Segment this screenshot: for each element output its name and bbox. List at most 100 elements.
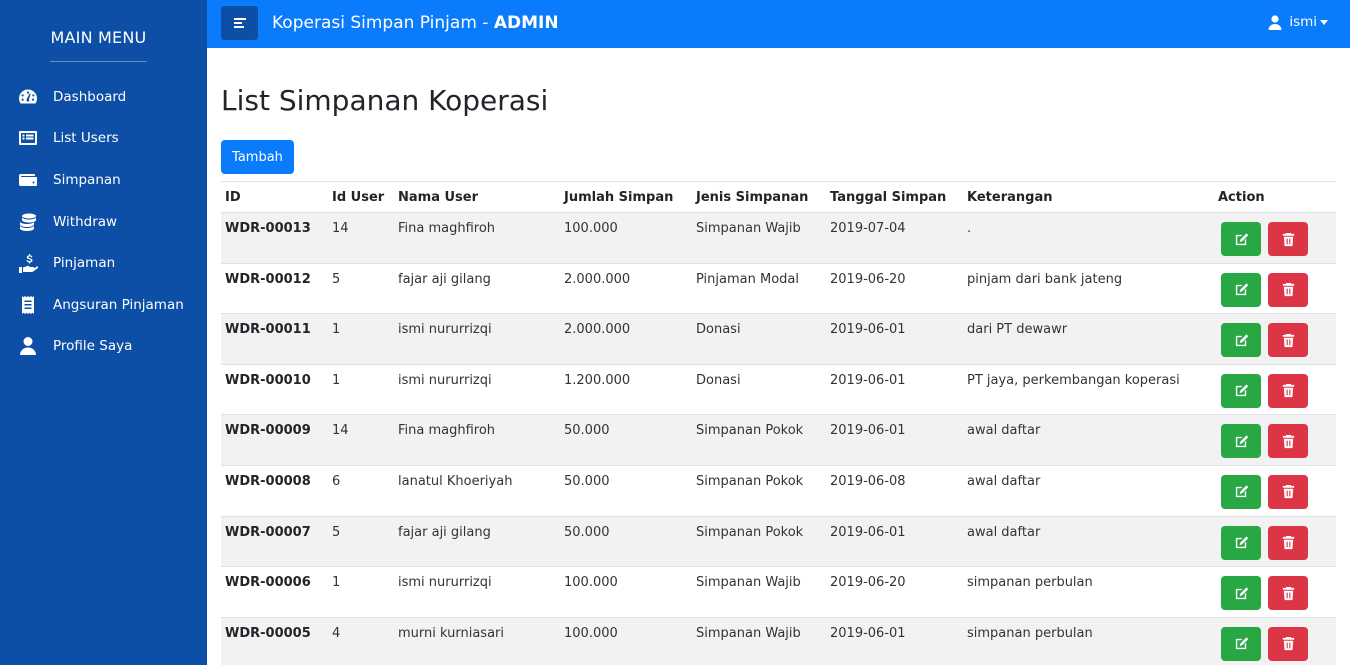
cell-keterangan: awal daftar	[963, 414, 1214, 466]
edit-button[interactable]	[1221, 576, 1261, 611]
cell-id: WDR-00009	[221, 414, 328, 466]
sidebar-item-label: Profile Saya	[53, 338, 133, 355]
trash-icon	[1281, 586, 1296, 601]
cell-jenis-simpanan: Simpanan Pokok	[692, 414, 826, 466]
delete-button[interactable]	[1268, 272, 1308, 307]
sidebar-title: MAIN MENU	[50, 28, 147, 47]
cell-action	[1214, 616, 1336, 665]
cell-action	[1214, 313, 1336, 365]
table-row: WDR-00009 14 Fina maghfiroh 50.000 Simpanan …	[221, 414, 1336, 466]
column-header-tanggal-simpan: Tanggal Simpan	[826, 181, 963, 213]
cell-id: WDR-00013	[221, 212, 328, 264]
cell-jumlah-simpan: 50.000	[560, 515, 692, 567]
edit-icon	[1234, 586, 1249, 601]
cell-id-user: 14	[328, 212, 394, 264]
column-header-nama-user: Nama User	[394, 181, 560, 213]
user-icon	[1268, 14, 1282, 30]
sidebar-item-label: Simpanan	[53, 171, 121, 188]
edit-button[interactable]	[1221, 626, 1261, 661]
trash-icon	[1281, 484, 1296, 499]
sidebar-item-simpanan[interactable]: Simpanan	[0, 159, 207, 201]
cell-action	[1214, 363, 1336, 415]
cell-jenis-simpanan: Simpanan Pokok	[692, 515, 826, 567]
table-body: WDR-00013 14 Fina maghfiroh 100.000 Simpanan…	[221, 212, 1336, 665]
cell-id: WDR-00011	[221, 313, 328, 365]
cell-jumlah-simpan: 50.000	[560, 414, 692, 466]
delete-button[interactable]	[1268, 424, 1308, 459]
app-title: Koperasi Simpan Pinjam - ADMIN	[272, 13, 559, 33]
cell-keterangan: pinjam dari bank jateng	[963, 262, 1214, 314]
sidebar-toggle-button[interactable]	[221, 6, 258, 40]
hand-holding-usd-icon	[17, 253, 39, 274]
cell-keterangan: simpanan perbulan	[963, 616, 1214, 665]
trash-icon	[1281, 434, 1296, 449]
edit-button[interactable]	[1221, 323, 1261, 358]
cell-jumlah-simpan: 2.000.000	[560, 313, 692, 365]
cell-tanggal-simpan: 2019-06-01	[826, 363, 963, 415]
trash-icon	[1281, 333, 1296, 348]
table-header-row: ID Id User Nama User Jumlah Simpan Jenis…	[221, 181, 1336, 213]
cell-id-user: 4	[328, 616, 394, 665]
column-header-jenis-simpanan: Jenis Simpanan	[692, 181, 826, 213]
edit-icon	[1234, 636, 1249, 651]
edit-icon	[1234, 434, 1249, 449]
sidebar-item-label: Dashboard	[53, 88, 127, 105]
user-menu-dropdown[interactable]: ismi	[1268, 14, 1328, 30]
cell-action	[1214, 464, 1336, 517]
table-row: WDR-00010 1 ismi nururrizqi 1.200.000 Donasi…	[221, 363, 1336, 415]
cell-action	[1214, 566, 1336, 618]
cell-nama-user: Fina maghfiroh	[394, 212, 560, 264]
column-header-action: Action	[1214, 181, 1336, 213]
trash-icon	[1281, 636, 1296, 651]
cell-tanggal-simpan: 2019-06-01	[826, 414, 963, 466]
delete-button[interactable]	[1268, 373, 1308, 408]
sidebar-nav: Dashboard List Users Simpanan Withdraw P…	[0, 76, 207, 367]
delete-button[interactable]	[1268, 576, 1308, 611]
page-title: List Simpanan Koperasi	[221, 84, 549, 117]
cell-jenis-simpanan: Donasi	[692, 363, 826, 415]
cell-keterangan: dari PT dewawr	[963, 313, 1214, 365]
cell-nama-user: murni kurniasari	[394, 616, 560, 665]
cell-tanggal-simpan: 2019-06-01	[826, 313, 963, 365]
sidebar-item-angsuran-pinjaman[interactable]: Angsuran Pinjaman	[0, 284, 207, 326]
edit-button[interactable]	[1221, 474, 1261, 509]
delete-button[interactable]	[1268, 222, 1308, 256]
cell-jenis-simpanan: Pinjaman Modal	[692, 262, 826, 314]
delete-button[interactable]	[1268, 474, 1308, 509]
cell-keterangan: awal daftar	[963, 515, 1214, 567]
cell-id-user: 14	[328, 414, 394, 466]
edit-button[interactable]	[1221, 373, 1261, 408]
edit-button[interactable]	[1221, 222, 1261, 256]
add-button[interactable]: Tambah	[221, 140, 294, 174]
sidebar-item-withdraw[interactable]: Withdraw	[0, 201, 207, 243]
cell-keterangan: awal daftar	[963, 464, 1214, 517]
edit-button[interactable]	[1221, 272, 1261, 307]
cell-id-user: 1	[328, 363, 394, 415]
delete-button[interactable]	[1268, 323, 1308, 358]
cell-id-user: 5	[328, 262, 394, 314]
edit-icon	[1234, 535, 1249, 550]
table-row: WDR-00012 5 fajar aji gilang 2.000.000 Pinja…	[221, 262, 1336, 314]
cell-id-user: 6	[328, 464, 394, 517]
cell-nama-user: Fina maghfiroh	[394, 414, 560, 466]
cell-tanggal-simpan: 2019-06-20	[826, 262, 963, 314]
cell-tanggal-simpan: 2019-06-01	[826, 515, 963, 567]
delete-button[interactable]	[1268, 626, 1308, 661]
app-title-role: ADMIN	[493, 13, 559, 33]
edit-icon	[1234, 484, 1249, 499]
sidebar-item-pinjaman[interactable]: Pinjaman	[0, 242, 207, 284]
sidebar-divider	[50, 61, 147, 62]
table-row: WDR-00006 1 ismi nururrizqi 100.000 Simpanan…	[221, 566, 1336, 618]
edit-button[interactable]	[1221, 525, 1261, 560]
app-title-prefix: Koperasi Simpan Pinjam -	[272, 13, 494, 33]
edit-button[interactable]	[1221, 424, 1261, 459]
cell-keterangan: PT jaya, perkembangan koperasi	[963, 363, 1214, 415]
cell-jenis-simpanan: Donasi	[692, 313, 826, 365]
sidebar-item-list-users[interactable]: List Users	[0, 118, 207, 160]
delete-button[interactable]	[1268, 525, 1308, 560]
cell-id: WDR-00008	[221, 464, 328, 517]
cell-id-user: 1	[328, 313, 394, 365]
cell-action	[1214, 414, 1336, 466]
sidebar-item-profile-saya[interactable]: Profile Saya	[0, 326, 207, 368]
sidebar-item-dashboard[interactable]: Dashboard	[0, 76, 207, 118]
